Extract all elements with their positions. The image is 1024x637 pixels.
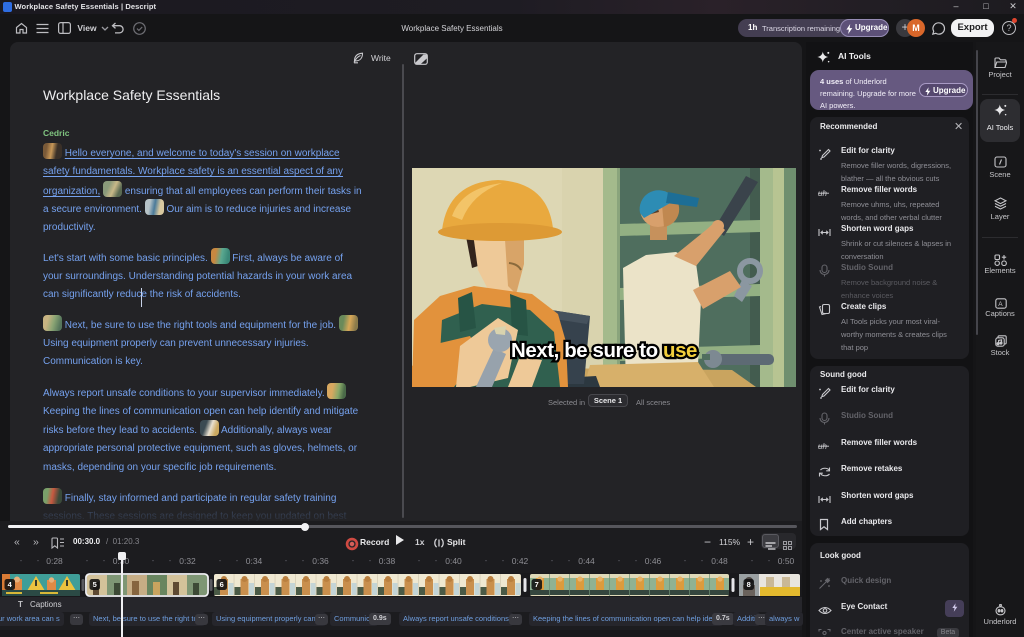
svg-text:Next, be sure to use: Next, be sure to use: [511, 340, 697, 362]
svg-text:5: 5: [93, 580, 97, 589]
svg-text:8: 8: [747, 580, 751, 589]
svg-text:7: 7: [535, 580, 539, 589]
svg-text:A: A: [998, 301, 1003, 308]
svg-text:6: 6: [220, 580, 224, 589]
